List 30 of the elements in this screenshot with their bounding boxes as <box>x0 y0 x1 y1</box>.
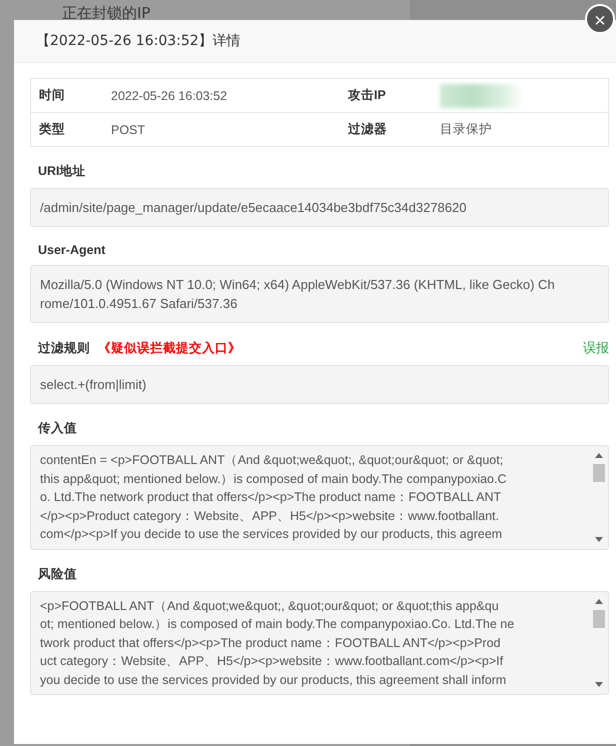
text-line: uct category：Website、APP、H5</p><p>website：www.footballant.com</p><p>If <box>40 653 504 670</box>
section-label: 过滤规则 <box>38 340 90 356</box>
section-label: URI地址 <box>38 163 86 180</box>
section-label: 传入值 <box>38 420 77 437</box>
text-line: Mozilla/5.0 (Windows NT 10.0; Win64; x64) AppleWebKit/537.36 (KHTML, like Gecko) Ch <box>40 276 555 294</box>
text-line: twork product that offers</p><p>The product name：FOOTBALL ANT</p><p>Prod <box>40 634 500 652</box>
text-line: ot; mentioned below.）is composed of main body.The companypoxiao.Co. Ltd.The ne <box>40 616 514 633</box>
value-textarea[interactable] <box>30 445 609 550</box>
field-label: 时间 <box>39 88 65 102</box>
field-label: 类型 <box>39 122 65 136</box>
text-line: com</p><p>If you decide to use the services provided by our products, this agreem <box>40 526 502 543</box>
text-line: select.+(from|limit) <box>40 376 146 394</box>
field-value: 2022-05-26 16:03:52 <box>111 88 228 102</box>
rule-note: 《疑似误拦截提交入口》 <box>98 340 241 356</box>
text-line: /admin/site/page_manager/update/e5ecaace14034be3bdf75c34d3278620 <box>40 199 466 217</box>
text-line: contentEn = <p>FOOTBALL ANT（And &quot;we&quot;, &quot;our&quot; or &quot; <box>40 452 504 469</box>
field-value: POST <box>111 122 146 136</box>
page-heading: 正在封锁的IP <box>62 4 150 23</box>
section-label: 风险值 <box>38 566 77 582</box>
text-line: this app&quot; mentioned below.）is composed of main body.The companypoxiao.C <box>40 470 507 488</box>
text-line: o. Ltd.The network product that offers</p><p>The product name：FOOTBALL ANT <box>40 489 502 506</box>
field-label: 过滤器 <box>348 122 388 136</box>
section-label: User-Agent <box>38 243 106 257</box>
text-line: you decide to use the services provided by our products, this agreement shall inform <box>40 672 506 689</box>
field-value: 目录保护 <box>440 122 492 136</box>
text-line: rome/101.0.4951.67 Safari/537.36 <box>40 295 238 313</box>
text-line: </p><p>Product category：Website、APP、H5</p><p>website：www.footballant. <box>40 508 499 525</box>
value-textarea[interactable] <box>30 590 609 695</box>
text-line: <p>FOOTBALL ANT（And &quot;we&quot;, &quot;our&quot; or &quot;this app&qu <box>40 598 499 615</box>
field-label: 攻击IP <box>348 88 386 102</box>
